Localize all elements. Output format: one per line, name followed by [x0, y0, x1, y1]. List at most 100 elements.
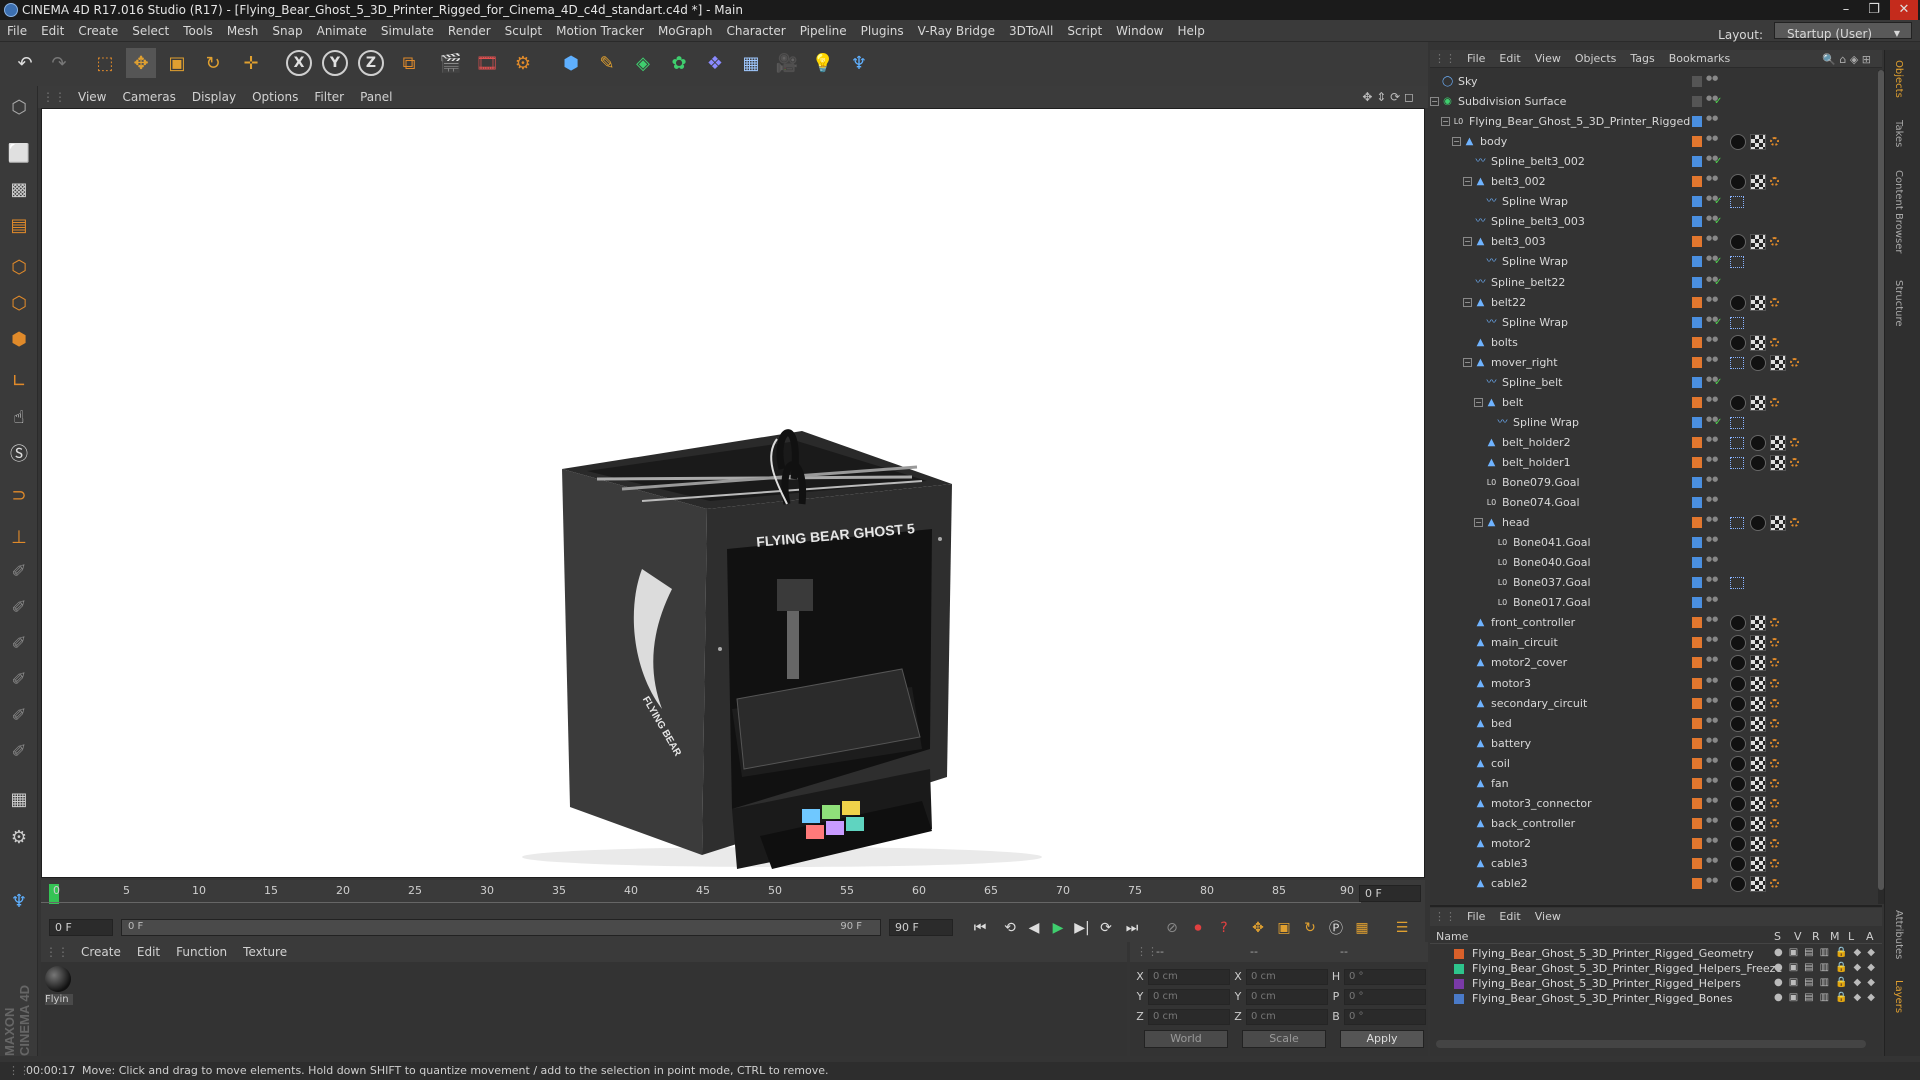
- visibility-dots-icon[interactable]: ●●: [1706, 435, 1718, 450]
- texture-tag-icon[interactable]: [1750, 394, 1766, 411]
- play-icon[interactable]: ▶: [1047, 917, 1069, 939]
- material-tag-icon[interactable]: [1730, 334, 1746, 351]
- menu-file[interactable]: File: [0, 20, 34, 42]
- rotation-b-field[interactable]: 0 °: [1344, 1009, 1426, 1025]
- texture-tag-icon[interactable]: [1750, 835, 1766, 852]
- object-row[interactable]: ▲ motor3 ●●: [1430, 674, 1876, 694]
- layer-flag-icons[interactable]: ●▣▤▥🔒◆◆: [1774, 947, 1881, 958]
- ik-tag-icon[interactable]: [1730, 577, 1744, 590]
- material-tag-icon[interactable]: [1730, 775, 1746, 792]
- visibility-dots-icon[interactable]: ●●: [1706, 516, 1718, 530]
- object-name[interactable]: fan: [1491, 777, 1509, 790]
- menu-snap[interactable]: Snap: [265, 20, 309, 42]
- material-tag-icon[interactable]: [1730, 635, 1746, 652]
- texture-tag-icon[interactable]: [1770, 434, 1786, 451]
- material-tag-icon[interactable]: [1730, 134, 1746, 151]
- menu-mograph[interactable]: MoGraph: [651, 20, 720, 42]
- menu-script[interactable]: Script: [1060, 20, 1109, 42]
- size-y-field[interactable]: 0 cm: [1246, 989, 1328, 1005]
- object-name[interactable]: Spline Wrap: [1502, 195, 1568, 208]
- viewport-nav-icons[interactable]: ✥ ⇕ ⟳ ◻: [1354, 86, 1422, 108]
- key-parameter-icon[interactable]: Ⓟ: [1325, 917, 1347, 939]
- object-row[interactable]: ▲ coil ●●: [1430, 754, 1876, 774]
- layer-color-swatch[interactable]: [1692, 557, 1702, 569]
- menu-render[interactable]: Render: [441, 20, 498, 42]
- expand-toggle-icon[interactable]: −: [1463, 177, 1472, 187]
- object-name[interactable]: front_controller: [1491, 616, 1575, 629]
- object-row[interactable]: ▲ motor2 ●●: [1430, 834, 1876, 854]
- brush-icon-5[interactable]: ✐: [4, 700, 34, 730]
- object-row[interactable]: 〰 Spline_belt ●● ✓: [1430, 373, 1876, 393]
- object-row[interactable]: 〰 Spline Wrap ●● ✓: [1430, 413, 1876, 433]
- end-frame-field[interactable]: 90 F: [889, 919, 953, 936]
- object-name[interactable]: Bone079.Goal: [1502, 476, 1580, 489]
- expand-toggle-icon[interactable]: −: [1474, 397, 1483, 407]
- viewport-menu-filter[interactable]: Filter: [306, 86, 352, 108]
- timeline-ruler[interactable]: 0 5 10 15 20 25 30 35 40 45 50 55 60 65 …: [41, 880, 1425, 912]
- layer-color-swatch[interactable]: [1692, 677, 1702, 689]
- enabled-check-icon[interactable]: ✓: [1714, 417, 1722, 428]
- object-row[interactable]: − ▲ belt22 ●●: [1430, 293, 1876, 313]
- ik-tag-icon[interactable]: [1730, 416, 1744, 429]
- visibility-dots-icon[interactable]: ●●: [1706, 576, 1718, 590]
- next-key-icon[interactable]: ⟳: [1095, 917, 1117, 939]
- material-tag-icon[interactable]: [1730, 735, 1746, 752]
- object-row[interactable]: − ▲ body ●●: [1430, 132, 1876, 152]
- om-search-home-icons[interactable]: 🔍 ⌂ ◈ ⊞: [1815, 51, 1878, 69]
- material-tag-icon[interactable]: [1730, 715, 1746, 732]
- visibility-dots-icon[interactable]: ●●: [1706, 235, 1718, 249]
- panel-divider[interactable]: [1430, 905, 1882, 907]
- viewport-menu-display[interactable]: Display: [184, 86, 244, 108]
- layer-row[interactable]: Flying_Bear_Ghost_5_3D_Printer_Rigged_Bo…: [1430, 991, 1882, 1006]
- workplane-mode-icon[interactable]: ▤: [4, 210, 34, 240]
- move-tool-icon[interactable]: ✥: [126, 48, 156, 78]
- current-frame-field[interactable]: 0 F: [1359, 885, 1421, 902]
- selection-tag-icon[interactable]: [1770, 858, 1779, 868]
- object-row[interactable]: ▲ bolts ●●: [1430, 333, 1876, 353]
- expand-toggle-icon[interactable]: −: [1463, 297, 1472, 307]
- object-row[interactable]: − ▲ belt3_002 ●●: [1430, 172, 1876, 192]
- object-row[interactable]: L0 Bone079.Goal ●●: [1430, 473, 1876, 493]
- visibility-dots-icon[interactable]: ●●: [1706, 455, 1718, 470]
- object-name[interactable]: Spline_belt22: [1491, 276, 1565, 289]
- visibility-dots-icon[interactable]: ●●: [1706, 616, 1718, 630]
- selection-tag-icon[interactable]: [1770, 618, 1779, 628]
- object-name[interactable]: main_circuit: [1491, 636, 1558, 649]
- material-tag-icon[interactable]: [1730, 695, 1746, 712]
- object-row[interactable]: ▲ bed ●●: [1430, 714, 1876, 734]
- selection-tag-icon[interactable]: [1790, 457, 1799, 467]
- visibility-dots-icon[interactable]: ●●: [1706, 295, 1718, 310]
- object-name[interactable]: Bone041.Goal: [1513, 536, 1591, 549]
- object-name[interactable]: Subdivision Surface: [1458, 95, 1566, 108]
- lm-menu-file[interactable]: File: [1460, 908, 1492, 926]
- menu-pipeline[interactable]: Pipeline: [793, 20, 854, 42]
- tab-structure[interactable]: Structure: [1893, 280, 1904, 327]
- size-x-field[interactable]: 0 cm: [1246, 969, 1328, 985]
- texture-tag-icon[interactable]: [1750, 695, 1766, 712]
- menu-tools[interactable]: Tools: [176, 20, 220, 42]
- selection-tag-icon[interactable]: [1770, 337, 1779, 347]
- layer-color-swatch[interactable]: [1692, 497, 1702, 509]
- object-row[interactable]: ▲ back_controller ●●: [1430, 814, 1876, 834]
- texture-tag-icon[interactable]: [1770, 515, 1786, 532]
- visibility-dots-icon[interactable]: ●●: [1706, 676, 1718, 691]
- edges-mode-icon[interactable]: ⬡: [4, 288, 34, 318]
- selection-tag-icon[interactable]: [1770, 237, 1779, 247]
- object-row[interactable]: − ◉ Subdivision Surface ●● ✓: [1430, 92, 1876, 112]
- layer-name[interactable]: Flying_Bear_Ghost_5_3D_Printer_Rigged_He…: [1472, 976, 1741, 991]
- object-name[interactable]: cable3: [1491, 857, 1528, 870]
- visibility-dots-icon[interactable]: ●●: [1706, 135, 1718, 149]
- object-row[interactable]: − ▲ mover_right ●●: [1430, 353, 1876, 373]
- object-name[interactable]: belt3_002: [1491, 175, 1546, 188]
- layer-color-swatch[interactable]: [1692, 837, 1702, 849]
- layer-color-swatch[interactable]: [1454, 949, 1464, 959]
- start-frame-field[interactable]: 0 F: [49, 919, 113, 936]
- object-name[interactable]: motor3_connector: [1491, 797, 1592, 810]
- lm-menu-edit[interactable]: Edit: [1492, 908, 1527, 926]
- visibility-dots-icon[interactable]: ●●: [1706, 716, 1718, 731]
- layer-color-swatch[interactable]: [1692, 376, 1702, 388]
- ik-tag-icon[interactable]: [1730, 436, 1744, 449]
- object-row[interactable]: − ▲ head ●●: [1430, 513, 1876, 533]
- key-position-icon[interactable]: ✥: [1247, 917, 1269, 939]
- preview-range-slider[interactable]: 0 F 90 F: [121, 919, 881, 936]
